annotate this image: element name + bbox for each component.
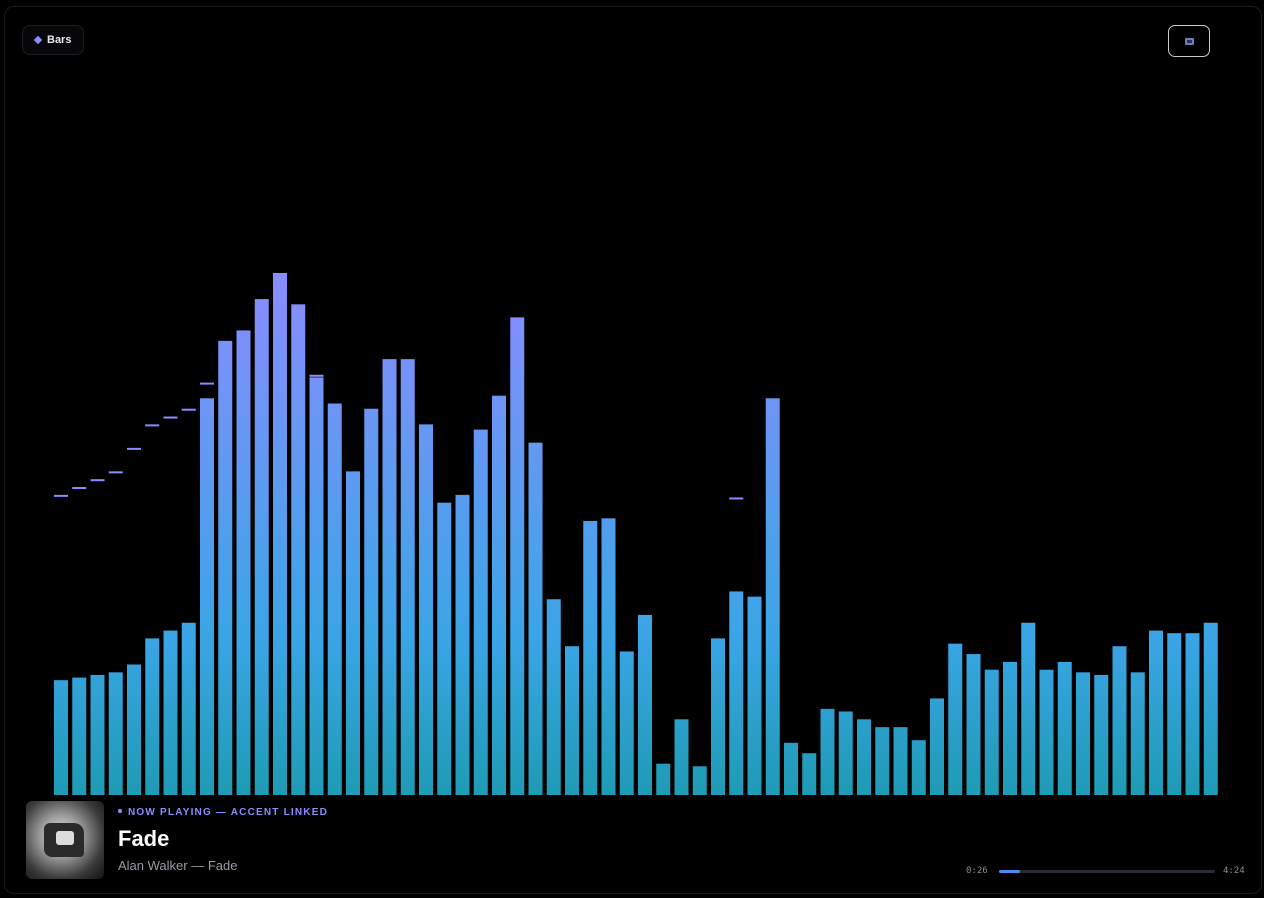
spectrum-bar (565, 646, 579, 795)
spectrum-bar (54, 680, 68, 795)
spectrum-bar (1203, 622, 1218, 795)
spectrum-bar (911, 740, 926, 795)
spectrum-bar (1167, 633, 1182, 795)
spectrum-bar (419, 424, 433, 795)
spectrum-bar (1149, 630, 1163, 795)
spectrum-bar (72, 677, 87, 795)
visualizer-mode-button[interactable]: Bars (22, 25, 85, 55)
spectrum-bar (90, 674, 105, 795)
peak-marker (54, 494, 68, 497)
spectrum-bar (546, 599, 561, 795)
spectrum-bar (236, 330, 251, 795)
spectrum-bar (364, 408, 379, 795)
spectrum-bar (984, 669, 999, 795)
spectrum-bar (291, 304, 306, 795)
diamond-icon (33, 35, 43, 45)
spectrum-bar (200, 398, 214, 795)
track-artist: Alan Walker — Fade (118, 858, 238, 873)
spectrum-bar (108, 672, 123, 795)
spectrum-bar (711, 638, 725, 795)
spectrum-bar (1130, 672, 1145, 795)
spectrum-bar (1112, 646, 1127, 795)
progress-bar[interactable] (999, 870, 1215, 873)
spectrum-bar (1076, 672, 1090, 795)
mode-label: Bars (47, 34, 72, 46)
spectrum-bar (528, 442, 543, 795)
peak-marker (729, 497, 744, 500)
spectrum-bar (510, 317, 525, 795)
spectrum-bar (930, 698, 944, 795)
spectrum-bar (692, 766, 707, 795)
peak-marker (72, 487, 87, 490)
spectrum-bar (145, 638, 160, 795)
peak-marker (90, 479, 105, 482)
spectrum-bar (1185, 633, 1200, 795)
spectrum-bar (966, 654, 981, 795)
spectrum-bar (1039, 669, 1054, 795)
spectrum-bar (583, 520, 598, 795)
spectrum-bar (747, 596, 762, 795)
spectrum-bar (820, 708, 835, 795)
spectrum-bar (254, 299, 269, 795)
spectrum-bar (638, 614, 652, 795)
spectrum-bar (473, 429, 488, 795)
spectrum-bar (309, 377, 324, 795)
spectrum-bar (382, 359, 397, 795)
spectrum-visualizer (54, 273, 1218, 795)
spectrum-bar (218, 340, 233, 795)
spectrum-bar (619, 651, 634, 795)
peak-marker (108, 471, 123, 474)
progress-fill (999, 870, 1021, 873)
spectrum-bar (437, 502, 452, 795)
fullscreen-button[interactable] (1168, 25, 1210, 57)
spectrum-bar (784, 742, 798, 795)
spectrum-bar (127, 664, 141, 795)
peak-marker (200, 382, 214, 385)
spectrum-bar (492, 395, 506, 795)
current-time: 0:26 (966, 866, 988, 876)
status-dot-icon (118, 809, 122, 814)
spectrum-bar (674, 719, 689, 795)
spectrum-bar (1094, 674, 1109, 795)
spectrum-bar (729, 591, 744, 795)
spectrum-bar (765, 398, 780, 795)
track-title: Fade (118, 826, 170, 851)
spectrum-bar (163, 630, 178, 795)
spectrum-bar (181, 622, 196, 795)
peak-marker (163, 416, 178, 419)
spectrum-bar (327, 403, 342, 795)
spectrum-bar (273, 273, 287, 795)
spectrum-bar (948, 643, 963, 795)
spectrum-bar (601, 518, 616, 795)
spectrum-bar (802, 753, 817, 795)
spectrum-bar (1057, 661, 1072, 795)
now-playing-text: NOW PLAYING — ACCENT LINKED (128, 807, 328, 818)
peak-marker (181, 408, 196, 411)
peak-marker (127, 447, 141, 450)
spectrum-bar (656, 763, 671, 795)
spectrum-bar (346, 471, 360, 795)
spectrum-bar (893, 727, 908, 795)
peak-marker (145, 424, 160, 427)
spectrum-bar (1003, 661, 1017, 795)
spectrum-bar (838, 711, 853, 795)
peak-marker (309, 374, 324, 377)
spectrum-bar (857, 719, 871, 795)
spectrum-bar (400, 359, 415, 795)
film-icon (1184, 37, 1194, 45)
spectrum-bar (455, 494, 470, 795)
spectrum-bar (875, 727, 890, 795)
now-playing-label: NOW PLAYING — ACCENT LINKED (118, 807, 328, 818)
spectrum-bar (1021, 622, 1036, 795)
total-time: 4:24 (1223, 866, 1245, 876)
album-art (26, 801, 104, 879)
